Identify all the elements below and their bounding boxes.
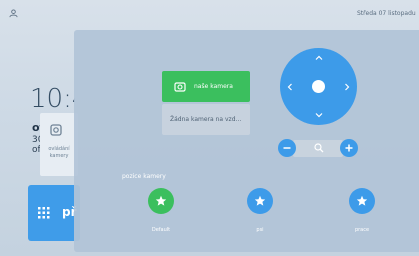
- zoom-out-button[interactable]: [278, 139, 296, 157]
- arrow-up-icon[interactable]: [315, 54, 323, 62]
- camera-item-label: Žádna kamera na vzd...: [170, 116, 242, 123]
- user-icon[interactable]: [9, 9, 18, 18]
- preset-label: psi: [256, 227, 264, 233]
- pan-tilt-joystick[interactable]: [280, 48, 357, 125]
- camera-icon: [174, 81, 186, 92]
- star-icon: [254, 195, 266, 206]
- preset-default-button[interactable]: [148, 188, 174, 214]
- clock: 10:4: [30, 84, 75, 114]
- joystick-knob[interactable]: [312, 80, 325, 93]
- camera-item[interactable]: Žádna kamera na vzd...: [162, 104, 250, 135]
- camera-positions-title: pozice kamery: [122, 173, 166, 180]
- arrow-down-icon[interactable]: [315, 111, 323, 119]
- preset-prace-button[interactable]: [349, 188, 375, 214]
- status-bar: Středa 07 listopadu: [0, 0, 419, 22]
- preset-label: Default: [151, 227, 171, 233]
- apps-tile[interactable]: př: [28, 185, 80, 241]
- camera-control-panel: naše kamera Žádna kamera na vzd... pozic…: [74, 30, 419, 252]
- plus-icon: [345, 144, 353, 152]
- zoom-in-button[interactable]: [340, 139, 358, 157]
- star-icon: [356, 195, 368, 206]
- minus-icon: [283, 147, 291, 149]
- camera-item-active[interactable]: naše kamera: [162, 71, 250, 102]
- camera-item-label: naše kamera: [194, 83, 233, 90]
- camera-icon: [50, 124, 62, 136]
- magnifier-icon: [314, 143, 324, 153]
- arrow-right-icon[interactable]: [343, 83, 351, 91]
- preset-label: prace: [354, 227, 370, 233]
- camera-control-tile[interactable]: ovládání kamery: [40, 113, 78, 176]
- grid-icon: [38, 207, 50, 219]
- preset-psi-button[interactable]: [247, 188, 273, 214]
- date-text: Středa 07 listopadu: [357, 10, 416, 17]
- camera-control-tile-label: ovládání kamery: [48, 146, 70, 159]
- star-icon: [155, 195, 167, 206]
- arrow-left-icon[interactable]: [286, 83, 294, 91]
